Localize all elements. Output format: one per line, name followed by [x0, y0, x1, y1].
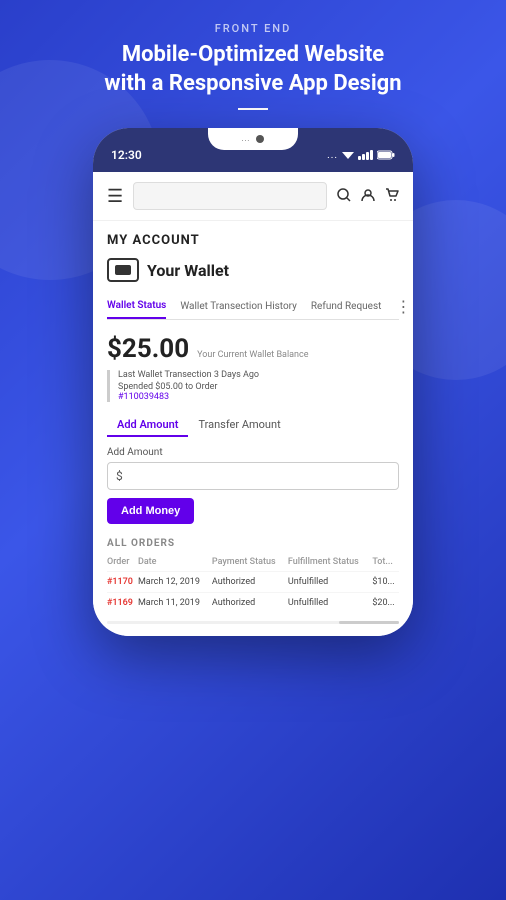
add-amount-input-wrap: $ [107, 462, 399, 490]
scrollbar-track [107, 621, 399, 624]
notch-dots: ... [242, 135, 251, 143]
page-header: FRONT END Mobile-Optimized Website with … [103, 0, 403, 128]
page-title: Mobile-Optimized Website with a Responsi… [103, 41, 403, 98]
page-label: FRONT END [103, 22, 403, 35]
order-total-1170: $10... [372, 572, 399, 593]
wallet-title-row: Your Wallet [107, 258, 399, 282]
cart-icon[interactable] [385, 187, 399, 206]
tab-wallet-status[interactable]: Wallet Status [107, 294, 166, 319]
status-dots: ... [327, 150, 338, 161]
order-link-1169[interactable]: #1169 [107, 598, 133, 608]
menu-button[interactable]: ☰ [107, 186, 123, 207]
order-link-1170[interactable]: #1170 [107, 577, 133, 587]
order-fulfillment-1169: Unfulfilled [288, 593, 373, 614]
last-trans-detail: Spended $05.00 to Order [118, 382, 399, 392]
balance-section: $25.00 Your Current Wallet Balance Last … [107, 334, 399, 402]
order-total-1169: $20... [372, 593, 399, 614]
search-bar[interactable] [133, 182, 327, 210]
order-date-1169: March 11, 2019 [138, 593, 212, 614]
tab-transfer-amount[interactable]: Transfer Amount [188, 414, 290, 437]
col-payment-status: Payment Status [212, 557, 288, 572]
user-icon[interactable] [361, 187, 375, 206]
app-header: ☰ [93, 172, 413, 221]
tab-transaction-history[interactable]: Wallet Transection History [180, 295, 297, 318]
wallet-title: Your Wallet [147, 261, 229, 280]
last-trans-title: Last Wallet Transection 3 Days Ago [118, 370, 399, 380]
wallet-tabs: Wallet Status Wallet Transection History… [107, 294, 399, 320]
col-order: Order [107, 557, 138, 572]
tab-add-amount[interactable]: Add Amount [107, 414, 188, 437]
wallet-icon [107, 258, 139, 282]
order-payment-1169: Authorized [212, 593, 288, 614]
header-divider [238, 108, 268, 110]
main-content: MY ACCOUNT Your Wallet Wallet Status Wal… [93, 221, 413, 636]
col-total: Tot... [372, 557, 399, 572]
col-fulfillment-status: Fulfillment Status [288, 557, 373, 572]
table-header-row: Order Date Payment Status Fulfillment St… [107, 557, 399, 572]
wifi-icon [342, 150, 354, 160]
my-account-heading: MY ACCOUNT [107, 233, 399, 248]
order-date-1170: March 12, 2019 [138, 572, 212, 593]
phone-notch: ... [208, 128, 298, 150]
add-amount-label: Add Amount [107, 447, 399, 458]
balance-label: Your Current Wallet Balance [197, 350, 308, 360]
tab-more-icon[interactable]: ⋮ [395, 297, 411, 316]
signal-icon [358, 150, 373, 160]
all-orders-heading: ALL ORDERS [107, 538, 399, 549]
table-row: #1170 March 12, 2019 Authorized Unfulfil… [107, 572, 399, 593]
orders-table: Order Date Payment Status Fulfillment St… [107, 557, 399, 613]
status-icons: ... [327, 150, 395, 161]
header-icons [337, 187, 399, 206]
action-tabs: Add Amount Transfer Amount [107, 414, 399, 437]
add-amount-input[interactable] [127, 469, 390, 483]
dollar-sign: $ [116, 469, 123, 483]
order-fulfillment-1170: Unfulfilled [288, 572, 373, 593]
tab-refund-request[interactable]: Refund Request [311, 295, 382, 318]
last-trans-order-link[interactable]: #110039483 [118, 392, 399, 402]
search-icon[interactable] [337, 187, 351, 206]
notch-camera [256, 135, 264, 143]
order-payment-1170: Authorized [212, 572, 288, 593]
battery-icon [377, 150, 395, 160]
balance-row: $25.00 Your Current Wallet Balance [107, 334, 399, 364]
phone-status-bar: 12:30 ... ... [93, 128, 413, 172]
col-date: Date [138, 557, 212, 572]
phone-frame: 12:30 ... ... [93, 128, 413, 636]
balance-amount: $25.00 [107, 334, 189, 364]
table-row: #1169 March 11, 2019 Authorized Unfulfil… [107, 593, 399, 614]
status-time: 12:30 [111, 148, 142, 162]
last-transaction: Last Wallet Transection 3 Days Ago Spend… [107, 370, 399, 402]
add-money-button[interactable]: Add Money [107, 498, 194, 524]
scrollbar-thumb[interactable] [339, 621, 399, 624]
